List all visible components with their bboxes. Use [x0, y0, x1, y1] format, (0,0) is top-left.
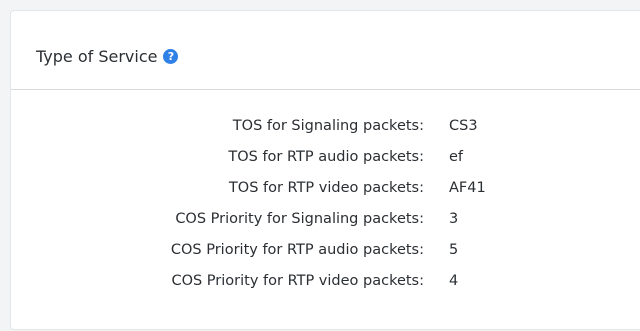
settings-row-tos-rtp-video: TOS for RTP video packets: AF41 — [11, 180, 640, 211]
setting-label: COS Priority for RTP audio packets: — [170, 242, 424, 258]
settings-row-tos-signaling: TOS for Signaling packets: CS3 — [11, 118, 640, 149]
panel-header: Type of Service ? — [11, 11, 640, 90]
settings-row-cos-rtp-video: COS Priority for RTP video packets: 4 — [11, 273, 640, 304]
settings-row-tos-rtp-audio: TOS for RTP audio packets: ef — [11, 149, 640, 180]
panel-title-group: Type of Service ? — [36, 47, 179, 66]
setting-value: CS3 — [449, 118, 478, 134]
setting-value: 3 — [449, 211, 459, 227]
type-of-service-panel: Type of Service ? TOS for Signaling pack… — [10, 10, 640, 330]
setting-value: 5 — [449, 242, 459, 258]
panel-title: Type of Service — [36, 47, 158, 66]
setting-value: 4 — [449, 273, 459, 289]
setting-value: AF41 — [449, 180, 486, 196]
settings-row-cos-rtp-audio: COS Priority for RTP audio packets: 5 — [11, 242, 640, 273]
setting-label: COS Priority for Signaling packets: — [175, 211, 424, 227]
setting-label: TOS for RTP audio packets: — [228, 149, 424, 165]
setting-label: TOS for Signaling packets: — [232, 118, 424, 134]
settings-list: TOS for Signaling packets: CS3 TOS for R… — [11, 118, 640, 304]
setting-label: TOS for RTP video packets: — [228, 180, 424, 196]
question-circle-icon[interactable]: ? — [163, 49, 179, 64]
setting-value: ef — [449, 149, 464, 165]
setting-label: COS Priority for RTP video packets: — [171, 273, 424, 289]
settings-row-cos-signaling: COS Priority for Signaling packets: 3 — [11, 211, 640, 242]
